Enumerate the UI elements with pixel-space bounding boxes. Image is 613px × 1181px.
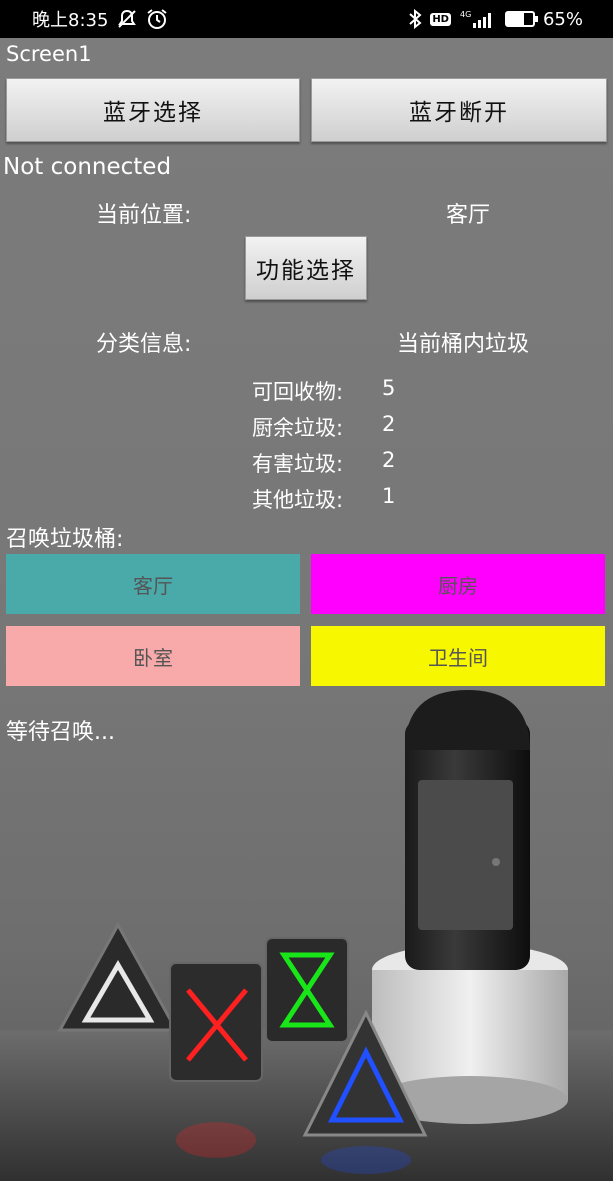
connection-status: Not connected bbox=[3, 154, 172, 180]
location-label: 当前位置: bbox=[96, 203, 192, 228]
room-button-bedroom[interactable]: 卧室 bbox=[6, 626, 300, 686]
recyclable-count: 5 bbox=[382, 376, 396, 400]
kitchen-waste-count: 2 bbox=[382, 412, 396, 436]
room-button-bathroom[interactable]: 卫生间 bbox=[311, 626, 605, 686]
kitchen-waste-label: 厨余垃圾: bbox=[252, 416, 344, 440]
location-value: 客厅 bbox=[446, 203, 491, 228]
status-bar: 晚上8:35 HD 4G 65% bbox=[0, 0, 613, 38]
network-type: 4G bbox=[460, 10, 471, 19]
other-waste-label: 其他垃圾: bbox=[252, 488, 344, 512]
classification-label: 分类信息: bbox=[96, 332, 192, 357]
bluetooth-icon bbox=[408, 9, 422, 29]
other-waste-count: 1 bbox=[382, 484, 396, 508]
bluetooth-select-button[interactable]: 蓝牙选择 bbox=[6, 78, 300, 142]
signal-icon: 4G bbox=[459, 9, 497, 29]
notifications-off-icon bbox=[116, 9, 138, 29]
summon-label: 召唤垃圾桶: bbox=[6, 527, 124, 552]
status-time: 晚上8:35 bbox=[32, 10, 109, 31]
battery-percent: 65% bbox=[542, 8, 583, 30]
background-product-image bbox=[0, 690, 613, 1181]
summon-status: 等待召唤... bbox=[6, 720, 115, 745]
room-button-kitchen[interactable]: 厨房 bbox=[311, 554, 605, 614]
function-select-button[interactable]: 功能选择 bbox=[245, 236, 367, 300]
room-button-living-room[interactable]: 客厅 bbox=[6, 554, 300, 614]
alarm-clock-icon bbox=[146, 8, 168, 30]
battery-icon bbox=[504, 11, 538, 27]
hazardous-label: 有害垃圾: bbox=[252, 452, 344, 476]
screen-title: Screen1 bbox=[6, 42, 92, 66]
bin-contents-header: 当前桶内垃圾 bbox=[397, 332, 530, 357]
recyclable-label: 可回收物: bbox=[252, 380, 344, 404]
hd-icon: HD bbox=[430, 12, 451, 26]
hazardous-count: 2 bbox=[382, 448, 396, 472]
bluetooth-disconnect-button[interactable]: 蓝牙断开 bbox=[311, 78, 607, 142]
